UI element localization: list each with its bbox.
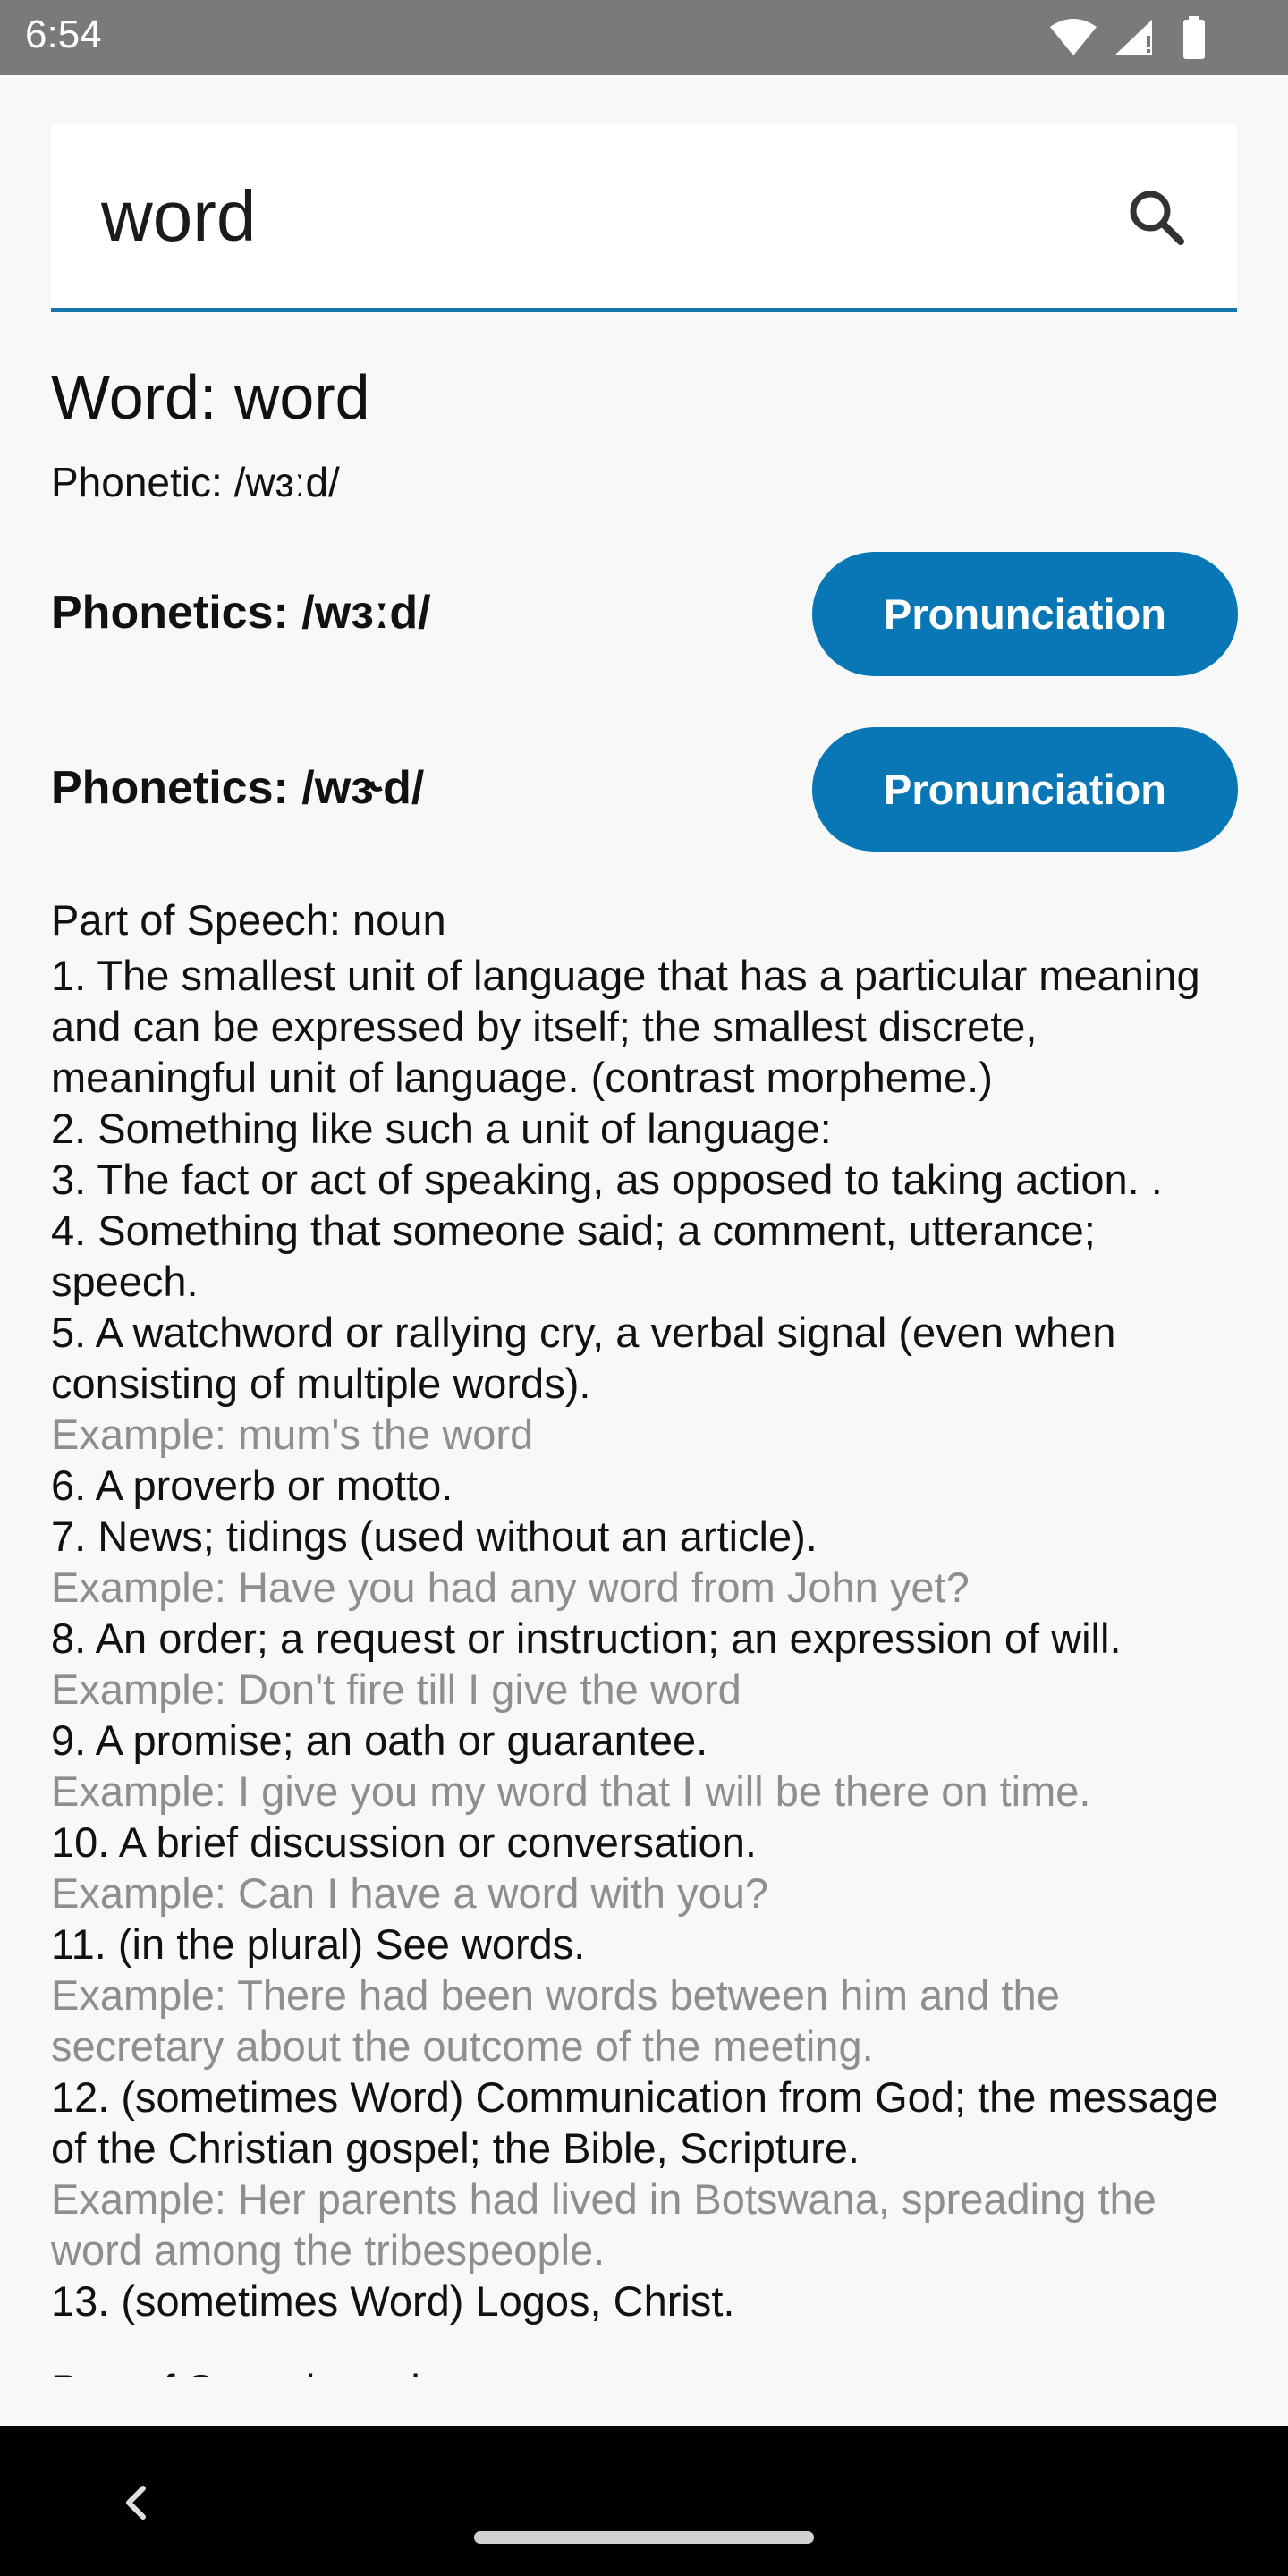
definition-item: 8. An order; a request or instruction; a…: [51, 1614, 1122, 1662]
home-handle[interactable]: [474, 2531, 814, 2544]
example-text: Example: Have you had any word from John…: [51, 1563, 970, 1611]
example-text: Example: There had been words between hi…: [51, 1971, 1060, 2070]
part-of-speech-noun: Part of Speech: noun: [51, 896, 446, 944]
definition-item: 10. A brief discussion or conversation.: [51, 1818, 757, 1866]
definition-item: 1. The smallest unit of language that ha…: [51, 952, 1200, 1101]
pronunciation-button-2[interactable]: Pronunciation: [812, 727, 1238, 852]
example-text: Example: Don't fire till I give the word: [51, 1665, 741, 1713]
definition-item: 6. A proverb or motto.: [51, 1462, 453, 1509]
definition-item: 7. News; tidings (used without an articl…: [51, 1513, 818, 1560]
phonetic-text: Phonetic: /wɜːd/: [51, 459, 340, 505]
definition-item: 11. (in the plural) See words.: [51, 1920, 586, 1968]
battery-icon: [1183, 16, 1205, 59]
search-input[interactable]: [51, 125, 1071, 308]
status-bar: 6:54: [0, 0, 1288, 75]
part-of-speech-verb: Part of Speech: verb: [51, 2360, 1241, 2377]
definition-item: 12. (sometimes Word) Communication from …: [51, 2073, 1219, 2172]
definition-item: 13. (sometimes Word) Logos, Christ.: [51, 2277, 735, 2325]
word-title: Word: word: [51, 362, 370, 432]
status-icons: [1048, 16, 1218, 59]
definition-item: 2. Something like such a unit of languag…: [51, 1105, 832, 1152]
status-time: 6:54: [25, 13, 102, 56]
back-icon[interactable]: [118, 2481, 154, 2524]
search-icon[interactable]: [1127, 188, 1186, 247]
definition-item: 5. A watchword or rallying cry, a verbal…: [51, 1309, 1116, 1407]
definitions-section[interactable]: Part of Speech: noun 1. The smallest uni…: [51, 891, 1241, 2377]
example-text: Example: Can I have a word with you?: [51, 1869, 769, 1917]
definition-item: 9. A promise; an oath or guarantee.: [51, 1716, 708, 1764]
signal-icon: [1114, 20, 1152, 55]
phonetics-label-1: Phonetics: /wɜːd/: [51, 587, 431, 639]
definition-item: 4. Something that someone said; a commen…: [51, 1207, 1096, 1305]
navigation-bar: [0, 2426, 1288, 2576]
example-text: Example: mum's the word: [51, 1411, 534, 1458]
phonetics-label-2: Phonetics: /wɝd/: [51, 762, 425, 814]
example-text: Example: Her parents had lived in Botswa…: [51, 2175, 1157, 2274]
definition-list: 1. The smallest unit of language that ha…: [51, 950, 1241, 2326]
pronunciation-button-1[interactable]: Pronunciation: [812, 552, 1238, 676]
definition-item: 3. The fact or act of speaking, as oppos…: [51, 1156, 1163, 1203]
search-underline: [51, 308, 1237, 312]
example-text: Example: I give you my word that I will …: [51, 1767, 1091, 1815]
wifi-icon: [1050, 19, 1097, 55]
